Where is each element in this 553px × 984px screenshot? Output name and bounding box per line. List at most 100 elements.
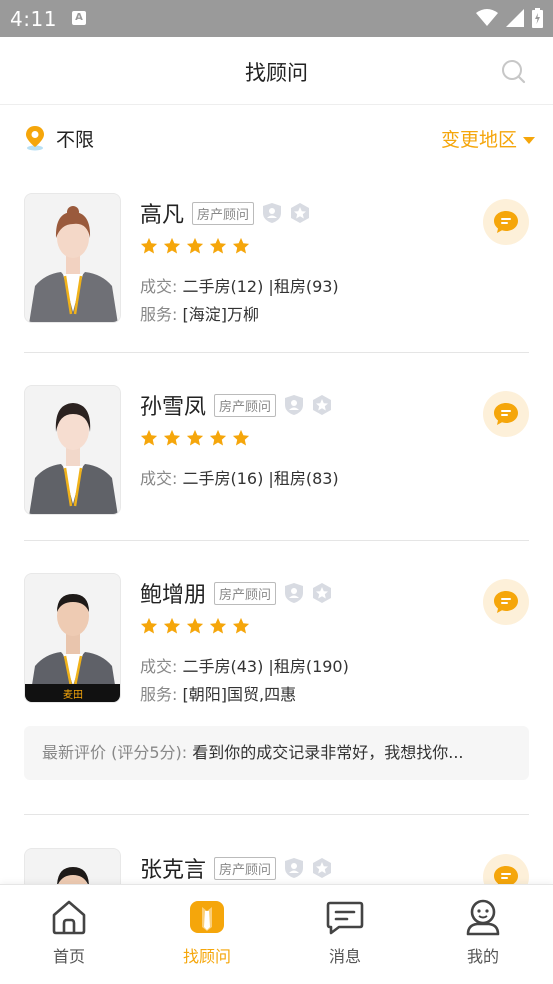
- agent-card[interactable]: 高凡 房产顾问 成交: 二手房(12) |租房(93) 服务: [海淀]万柳: [24, 193, 529, 333]
- review-key: 最新评价 (评分5分):: [42, 743, 188, 762]
- star-icon: [140, 429, 158, 446]
- deals-info: 成交: 二手房(16) |租房(83): [140, 465, 339, 489]
- rating-stars: [140, 237, 250, 255]
- current-location: 不限: [56, 129, 95, 151]
- find-advisor-icon: [190, 901, 224, 933]
- chat-button[interactable]: [483, 579, 529, 625]
- star-icon: [232, 429, 250, 446]
- chat-button[interactable]: [483, 199, 529, 245]
- status-icons: [476, 8, 543, 28]
- chat-bubble-icon: [494, 591, 518, 613]
- star-icon: [209, 237, 227, 254]
- deals-key: 成交:: [140, 277, 178, 296]
- agent-name-row: 鲍增朋 房产顾问: [140, 577, 332, 609]
- chat-bubble-icon: [494, 866, 518, 884]
- service-info: 服务: [朝阳]国贸,四惠: [140, 681, 296, 705]
- agent-name-row: 高凡 房产顾问: [140, 197, 310, 229]
- star-icon: [163, 617, 181, 634]
- rating-stars: [140, 429, 250, 447]
- agent-card[interactable]: 孙雪凤 房产顾问 成交: 二手房(16) |租房(83): [24, 385, 529, 525]
- star-icon: [140, 617, 158, 634]
- chat-button[interactable]: [483, 391, 529, 437]
- agent-avatar: [24, 848, 121, 884]
- verified-user-badge-icon: [285, 583, 304, 603]
- verified-user-badge-icon: [263, 203, 282, 223]
- deals-value: 二手房(16) |租房(83): [182, 469, 339, 488]
- profile-icon: [466, 899, 500, 936]
- tab-profile-label: 我的: [466, 947, 499, 966]
- svg-text:麦田: 麦田: [63, 689, 83, 701]
- app-header: 找顾问: [0, 37, 553, 105]
- notification-icon: A: [72, 11, 86, 25]
- star-badge-icon: [291, 203, 310, 223]
- agent-avatar: 麦田: [24, 573, 121, 703]
- agent-name: 鲍增朋: [140, 583, 207, 608]
- verified-user-badge-icon: [285, 395, 304, 415]
- star-icon: [163, 429, 181, 446]
- verified-user-badge-icon: [285, 858, 304, 878]
- chat-button[interactable]: [483, 854, 529, 884]
- deals-info: 成交: 二手房(43) |租房(190): [140, 653, 349, 677]
- divider: [24, 540, 529, 541]
- role-tag: 房产顾问: [214, 856, 277, 880]
- star-icon: [163, 237, 181, 254]
- role-tag: 房产顾问: [214, 581, 277, 605]
- star-icon: [209, 429, 227, 446]
- page-title: 找顾问: [245, 61, 308, 85]
- tab-find-advisor-label: 找顾问: [182, 947, 231, 966]
- role-tag: 房产顾问: [192, 201, 255, 225]
- deals-info: 成交: 二手房(12) |租房(93): [140, 273, 339, 297]
- star-icon: [186, 617, 204, 634]
- agent-name: 孙雪凤: [140, 395, 207, 420]
- tab-home-label: 首页: [52, 947, 85, 966]
- star-icon: [232, 617, 250, 634]
- review-text: 看到你的成交记录非常好，我想找你...: [192, 743, 464, 762]
- star-icon: [186, 429, 204, 446]
- star-icon: [209, 617, 227, 634]
- status-time: 4:11: [10, 7, 57, 31]
- tab-home[interactable]: 首页: [19, 897, 119, 967]
- agent-card[interactable]: 麦田 鲍增朋 房产顾问 成交: 二手房(43) |租房(190) 服务: [朝阳…: [24, 573, 529, 713]
- battery-icon: [532, 8, 543, 28]
- status-bar: 4:11 A: [0, 0, 553, 37]
- deals-key: 成交:: [140, 469, 178, 488]
- change-region-label: 变更地区: [440, 129, 517, 151]
- message-icon: [326, 901, 364, 935]
- star-icon: [140, 237, 158, 254]
- home-icon: [52, 900, 86, 935]
- star-badge-icon: [313, 858, 332, 878]
- star-icon: [186, 237, 204, 254]
- agent-avatar: [24, 193, 121, 323]
- deals-value: 二手房(43) |租房(190): [182, 657, 349, 676]
- star-icon: [232, 237, 250, 254]
- tab-profile[interactable]: 我的: [433, 897, 533, 967]
- deals-key: 成交:: [140, 657, 178, 676]
- role-tag: 房产顾问: [214, 393, 277, 417]
- service-value: [海淀]万柳: [182, 305, 260, 324]
- bottom-tab-bar: 首页 找顾问 消息 我的: [0, 884, 553, 984]
- divider: [24, 352, 529, 353]
- star-badge-icon: [313, 395, 332, 415]
- service-key: 服务:: [140, 305, 178, 324]
- signal-icon: [506, 9, 524, 27]
- agent-name: 高凡: [140, 203, 185, 228]
- change-region-button[interactable]: 变更地区: [441, 125, 535, 152]
- latest-review[interactable]: 最新评价 (评分5分): 看到你的成交记录非常好，我想找你...: [24, 726, 529, 780]
- wifi-icon: [476, 9, 498, 26]
- tab-messages-label: 消息: [328, 947, 361, 966]
- service-value: [朝阳]国贸,四惠: [182, 685, 297, 704]
- chat-bubble-icon: [494, 211, 518, 233]
- agent-name-row: 孙雪凤 房产顾问: [140, 389, 332, 421]
- star-badge-icon: [313, 583, 332, 603]
- agent-name: 张克言: [140, 858, 207, 883]
- service-key: 服务:: [140, 685, 178, 704]
- location-bar: 不限 变更地区: [0, 105, 553, 169]
- tab-find-advisor[interactable]: 找顾问: [157, 897, 257, 967]
- tab-messages[interactable]: 消息: [295, 897, 395, 967]
- service-info: 服务: [海淀]万柳: [140, 301, 259, 325]
- location-pin-icon: [26, 126, 44, 151]
- search-icon[interactable]: [501, 59, 527, 85]
- agent-avatar: [24, 385, 121, 515]
- agent-card[interactable]: 张克言 房产顾问: [24, 848, 529, 884]
- chat-bubble-icon: [494, 403, 518, 425]
